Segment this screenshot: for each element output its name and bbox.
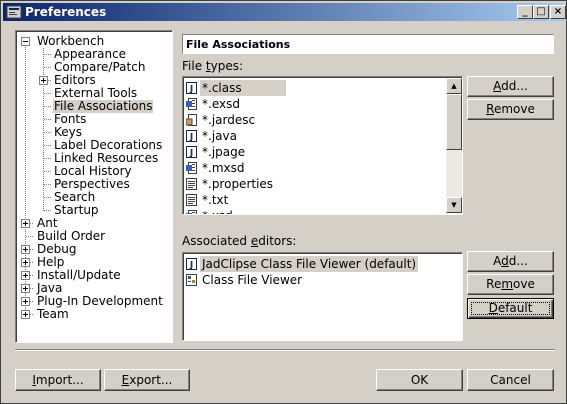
import-button[interactable]: Import... (15, 369, 101, 391)
file-type-item[interactable]: J *.class (186, 80, 444, 96)
tree-guide-line (44, 119, 51, 120)
file-type-label: *.jpage (202, 145, 246, 159)
expand-icon[interactable] (21, 297, 30, 306)
svg-text:J: J (189, 149, 193, 159)
file-types-label: File types: (182, 59, 244, 73)
file-type-item[interactable]: J *.jpage (186, 144, 444, 160)
tree-guide-line (44, 145, 51, 146)
file-type-label: *.txt (202, 193, 229, 207)
scroll-thumb[interactable] (446, 94, 462, 150)
window-title: Preferences (25, 5, 107, 19)
expand-icon[interactable] (39, 76, 48, 85)
page-title: File Associations (186, 38, 291, 51)
tree-guide-line (44, 184, 51, 185)
separator (15, 349, 555, 351)
class-file-viewer-icon (186, 274, 197, 286)
tree-guide-line (44, 132, 51, 133)
close-button[interactable]: × (550, 5, 566, 19)
schema-file-icon (186, 162, 197, 174)
file-type-item[interactable]: *.exsd (186, 96, 444, 112)
file-type-label: *.xsd (200, 208, 235, 214)
tree-guide-line (43, 48, 44, 211)
preferences-window-icon (6, 5, 22, 19)
svg-text:J: J (189, 85, 193, 95)
associated-editor-label: Class File Viewer (202, 273, 303, 287)
java-class-file-icon: J (186, 82, 197, 95)
tree-guide-line (44, 93, 51, 94)
default-editor-button[interactable]: Default (467, 298, 554, 319)
remove-editor-button[interactable]: Remove (467, 274, 554, 295)
tree-guide-line (44, 54, 51, 55)
tree-item-team[interactable]: Team (36, 308, 70, 321)
scroll-up-button[interactable]: ▲ (446, 78, 462, 94)
schema-file-icon (186, 210, 197, 214)
tree-guide-line (44, 67, 51, 68)
tree-guide-line (44, 158, 51, 159)
file-type-label: *.class (200, 80, 286, 96)
file-type-item[interactable]: J *.java (186, 128, 444, 144)
svg-text:J: J (189, 133, 193, 143)
title-bar[interactable]: Preferences _ □ × (3, 3, 566, 21)
file-type-item[interactable]: *.jardesc (185, 112, 444, 128)
svg-text:J: J (189, 261, 193, 271)
expand-icon[interactable] (21, 271, 30, 280)
file-type-item[interactable]: *.properties (186, 176, 444, 192)
tree-guide-line (44, 210, 51, 211)
tree-guide-line (44, 197, 51, 198)
file-types-scrollbar[interactable]: ▲ ▼ (446, 78, 462, 213)
tree-guide-line (44, 106, 51, 107)
add-file-type-button[interactable]: Add... (467, 76, 554, 97)
java-source-file-icon: J (186, 130, 197, 143)
properties-file-icon (186, 178, 197, 190)
remove-file-type-button[interactable]: Remove (467, 99, 554, 120)
file-type-label: *.java (202, 129, 237, 143)
page-title-bar: File Associations (182, 34, 554, 54)
preferences-dialog: Preferences _ □ × Workbench Appearance Com… (0, 0, 567, 404)
tree-item-startup[interactable]: Startup (53, 204, 100, 217)
maximize-button[interactable]: □ (533, 5, 549, 19)
expand-icon[interactable] (21, 258, 30, 267)
associated-editors-list[interactable]: J JadClipse Class File Viewer (default) Cl… (182, 252, 463, 341)
tree-guide-line (26, 236, 33, 237)
cancel-button[interactable]: Cancel (467, 369, 554, 391)
tree-guide-line (44, 171, 51, 172)
expand-icon[interactable] (21, 310, 30, 319)
file-type-label: *.properties (202, 177, 274, 191)
scroll-down-button[interactable]: ▼ (446, 197, 462, 213)
minimize-button[interactable]: _ (517, 5, 533, 19)
file-type-label: *.mxsd (202, 161, 245, 175)
expand-icon[interactable] (21, 284, 30, 293)
text-file-icon (186, 194, 197, 206)
schema-file-icon (186, 98, 197, 110)
jar-description-file-icon (185, 114, 197, 126)
add-editor-button[interactable]: Add... (467, 251, 554, 272)
preferences-tree[interactable]: Workbench Appearance Compare/Patch Editors E… (15, 30, 173, 343)
jadclipse-editor-icon: J (186, 258, 197, 271)
associated-editors-label: Associated editors: (182, 234, 297, 248)
ok-button[interactable]: OK (376, 369, 463, 391)
file-type-label: *.exsd (202, 97, 240, 111)
expand-icon[interactable] (21, 245, 30, 254)
file-type-label: *.jardesc (202, 113, 256, 127)
associated-editor-label: JadClipse Class File Viewer (default) (200, 256, 419, 272)
file-type-item[interactable]: *.mxsd (186, 160, 444, 176)
export-button[interactable]: Export... (104, 369, 190, 391)
file-type-item[interactable]: *.xsd (186, 208, 444, 214)
file-type-item[interactable]: *.txt (186, 192, 444, 208)
java-page-file-icon: J (186, 146, 197, 159)
file-types-list[interactable]: *.xsd*.txt *.properties *.mxsd J *.jpage J *.j… (182, 76, 463, 215)
expand-icon[interactable] (21, 219, 30, 228)
